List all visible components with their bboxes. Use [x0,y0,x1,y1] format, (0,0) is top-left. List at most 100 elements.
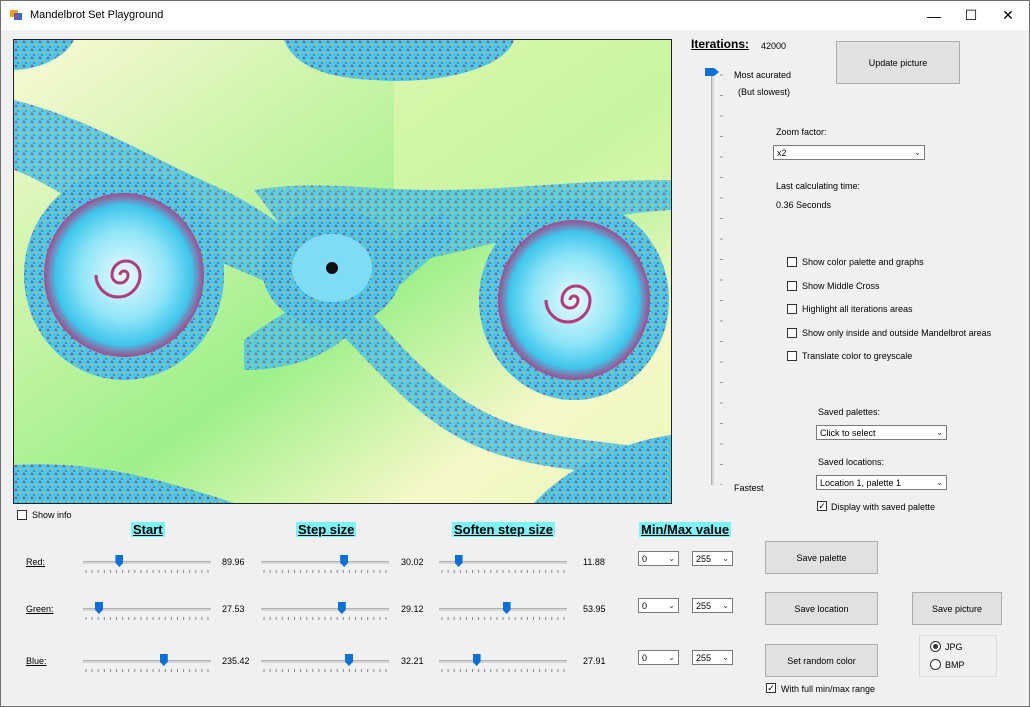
chevron-down-icon: ⌄ [914,148,921,157]
step-slider[interactable] [261,660,389,663]
chevron-down-icon: ⌄ [668,653,675,662]
start-slider-ticks [85,669,209,672]
min-value: 0 [642,600,648,611]
option-label: Highlight all iterations areas [802,304,913,314]
start-slider-ticks [85,617,209,620]
option-checkbox[interactable] [787,328,797,338]
channel-label: Green: [26,604,54,614]
set-random-color-button[interactable]: Set random color [765,644,878,677]
min-value-select[interactable]: 0 ⌄ [638,598,679,613]
show-info-checkbox[interactable] [17,510,27,520]
jpg-radio[interactable] [930,641,941,652]
step-value: 30.02 [401,557,424,567]
maximize-button[interactable]: ☐ [952,1,990,30]
max-value: 255 [696,553,712,564]
soften-slider-thumb[interactable] [472,654,481,666]
start-value: 89.96 [222,557,245,567]
minimize-button[interactable]: — [915,1,953,30]
save-palette-button[interactable]: Save palette [765,541,878,574]
option-checkbox[interactable] [787,257,797,267]
option-checkbox[interactable] [787,304,797,314]
saved-locations-select[interactable]: Location 1, palette 1 ⌄ [816,475,947,490]
display-saved-palette-checkbox[interactable]: ✓ [817,501,827,511]
chevron-down-icon: ⌄ [936,428,943,437]
saved-locations-value: Location 1, palette 1 [820,477,902,488]
step-slider-thumb[interactable] [337,602,346,614]
saved-palettes-select[interactable]: Click to select ⌄ [816,425,947,440]
bmp-label: BMP [945,660,965,670]
header-step-size: Step size [296,522,357,537]
iterations-value: 42000 [761,41,787,51]
saved-palettes-label: Saved palettes: [818,407,881,417]
iterations-slider-thumb[interactable] [705,68,719,76]
jpg-label: JPG [945,642,963,652]
max-value: 255 [696,652,712,663]
min-value: 0 [642,553,648,564]
saved-palettes-value: Click to select [820,427,876,438]
calc-time-value: 0.36 Seconds [776,200,832,210]
soften-slider-ticks [441,669,565,672]
most-accurate-label: Most acurated [734,70,792,80]
save-location-button[interactable]: Save location [765,592,878,625]
step-slider-thumb[interactable] [345,654,353,666]
soften-value: 11.88 [583,557,605,567]
option-checkbox[interactable] [787,351,797,361]
iterations-slider-track[interactable] [711,71,714,485]
max-value-select[interactable]: 255 ⌄ [692,650,733,665]
start-slider-thumb[interactable] [95,602,103,614]
step-slider[interactable] [261,608,389,611]
min-value-select[interactable]: 0 ⌄ [638,551,679,566]
start-slider-thumb[interactable] [159,654,168,666]
fastest-label: Fastest [734,483,764,493]
chevron-down-icon: ⌄ [722,601,729,610]
start-slider-thumb[interactable] [115,555,124,567]
option-label: Translate color to greyscale [802,351,913,361]
radio-selected-dot [933,644,938,649]
but-slowest-label: (But slowest) [738,87,791,97]
iterations-slider-ticks [720,74,723,485]
option-checkbox[interactable] [787,281,797,291]
soften-value: 27.91 [583,656,606,666]
save-picture-button[interactable]: Save picture [912,592,1002,625]
step-slider-thumb[interactable] [340,555,349,567]
chevron-down-icon: ⌄ [668,601,675,610]
title-bar[interactable]: Mandelbrot Set Playground — ☐ ✕ [1,1,1029,30]
header-start: Start [131,522,165,537]
header-soften-step-size: Soften step size [452,522,555,537]
bmp-radio[interactable] [930,659,941,670]
close-button[interactable]: ✕ [989,1,1027,30]
checkmark-icon: ✓ [818,500,826,511]
update-picture-button[interactable]: Update picture [836,41,960,84]
max-value-select[interactable]: 255 ⌄ [692,598,733,613]
show-info-label: Show info [32,510,72,520]
chevron-down-icon: ⌄ [722,653,729,662]
zoom-factor-value: x2 [777,147,787,158]
header-min-max-value: Min/Max value [639,522,732,537]
maximize-icon: ☐ [964,7,978,23]
step-slider-ticks [263,617,387,620]
max-value: 255 [696,600,712,611]
start-slider[interactable] [83,660,211,663]
start-slider[interactable] [83,561,211,564]
fractal-picture[interactable] [13,39,672,504]
saved-locations-label: Saved locations: [818,457,885,467]
max-value-select[interactable]: 255 ⌄ [692,551,733,566]
zoom-factor-select[interactable]: x2 ⌄ [773,145,925,160]
full-range-checkbox[interactable]: ✓ [766,683,776,693]
step-slider-ticks [263,669,387,672]
step-slider[interactable] [261,561,389,564]
start-slider-ticks [85,570,209,573]
soften-slider[interactable] [439,660,567,663]
chevron-down-icon: ⌄ [668,554,675,563]
main-window: Mandelbrot Set Playground — ☐ ✕ Iteratio… [0,0,1030,707]
app-icon [10,10,22,20]
min-value-select[interactable]: 0 ⌄ [638,650,679,665]
soften-slider-thumb[interactable] [502,602,511,614]
step-value: 32.21 [401,656,424,666]
fractal-image [14,40,671,503]
display-saved-palette-label: Display with saved palette [831,502,936,512]
min-value: 0 [642,652,648,663]
option-label: Show color palette and graphs [802,257,924,267]
soften-slider-thumb[interactable] [454,555,463,567]
soften-value: 53.95 [583,604,606,614]
